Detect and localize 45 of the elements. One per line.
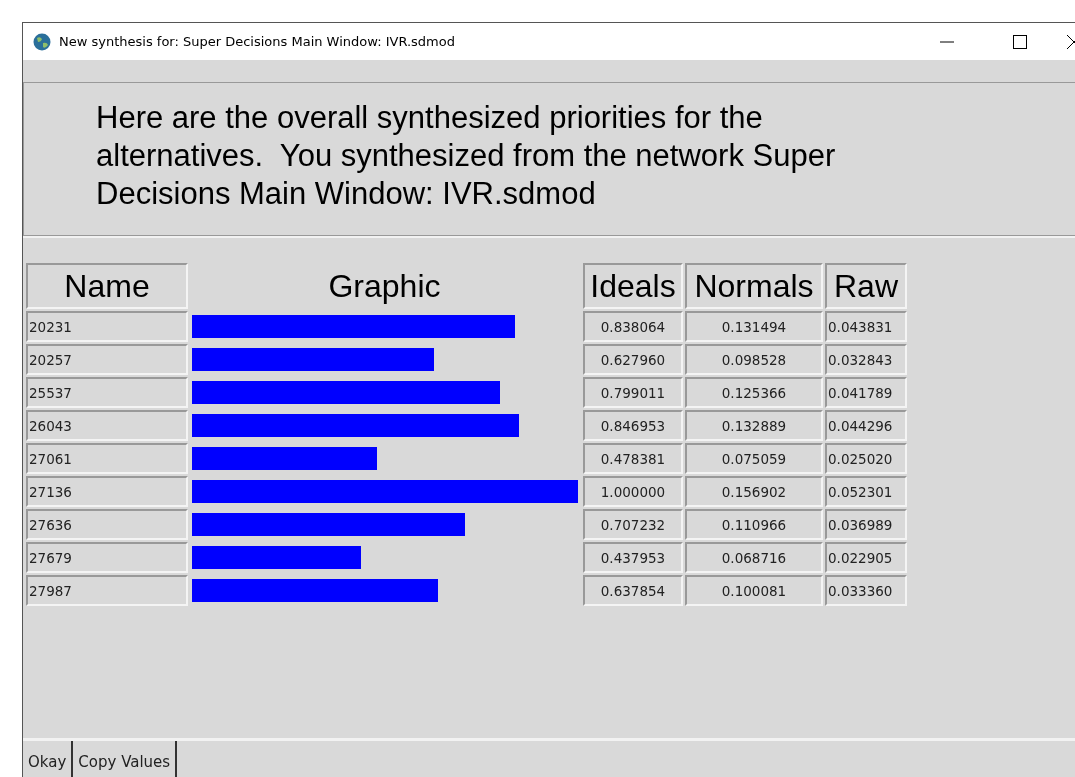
table-cell: 27679 xyxy=(26,542,188,573)
table-cell: 0.156902 xyxy=(685,476,823,507)
table-cell: 0.043831 xyxy=(825,311,907,342)
table-cell: 27987 xyxy=(26,575,188,606)
table-cell: 0.100081 xyxy=(685,575,823,606)
table-cell: 0.041789 xyxy=(825,377,907,408)
table-cell: 0.437953 xyxy=(583,542,683,573)
table-cell: 0.022905 xyxy=(825,542,907,573)
table-cell: 0.478381 xyxy=(583,443,683,474)
table-cell: 26043 xyxy=(26,410,188,441)
table-cell: 0.132889 xyxy=(685,410,823,441)
table-cell: 27136 xyxy=(26,476,188,507)
table-cell: 0.846953 xyxy=(583,410,683,441)
table-cell: 0.052301 xyxy=(825,476,907,507)
table-cell: 25537 xyxy=(26,377,188,408)
table-cell: 0.098528 xyxy=(685,344,823,375)
table-cell: 0.627960 xyxy=(583,344,683,375)
table-cell: 0.068716 xyxy=(685,542,823,573)
table-cell: 20257 xyxy=(26,344,188,375)
table-cell: 0.025020 xyxy=(825,443,907,474)
table-cell: 27061 xyxy=(26,443,188,474)
window-title: New synthesis for: Super Decisions Main Window: IVR.sdmod xyxy=(59,34,456,49)
column-header: Ideals xyxy=(583,263,683,309)
table-cell: 0.036989 xyxy=(825,509,907,540)
table-cell: 0.707232 xyxy=(583,509,683,540)
table-cell: 0.075059 xyxy=(685,443,823,474)
table-cell: 0.110966 xyxy=(685,509,823,540)
table-cell: 20231 xyxy=(26,311,188,342)
table-cell: 0.131494 xyxy=(685,311,823,342)
table-cell: 0.838064 xyxy=(583,311,683,342)
table-cell: 0.799011 xyxy=(583,377,683,408)
table-cell: 0.637854 xyxy=(583,575,683,606)
message-text: Here are the overall synthesized priorities for the alternatives. You synthesized from the network Super Decisions Main Window: IVR.sdmod xyxy=(96,99,837,213)
table-cell: 0.032843 xyxy=(825,344,907,375)
globe-icon xyxy=(33,32,51,51)
table-cell: 0.033360 xyxy=(825,575,907,606)
column-header: Name xyxy=(26,263,188,309)
table-cell: 27636 xyxy=(26,509,188,540)
table-cell: 0.044296 xyxy=(825,410,907,441)
column-header: Graphic xyxy=(327,266,442,306)
column-header: Raw xyxy=(825,263,907,309)
close-icon[interactable] xyxy=(1067,34,1075,49)
table-cell: 1.000000 xyxy=(583,476,683,507)
column-header: Normals xyxy=(685,263,823,309)
table-cell: 0.125366 xyxy=(685,377,823,408)
